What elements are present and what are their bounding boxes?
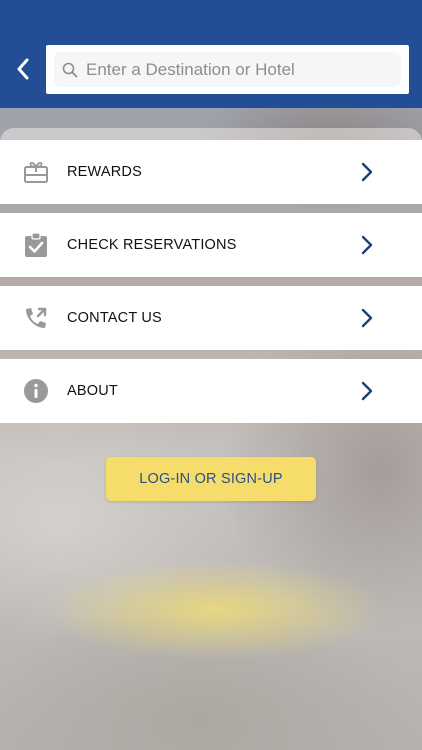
- menu-item-contact-us[interactable]: CONTACT US: [0, 286, 422, 350]
- chevron-right-icon: [360, 308, 374, 328]
- menu-item-label: CONTACT US: [67, 310, 162, 326]
- clipboard-check-icon: [22, 231, 50, 259]
- info-icon: [22, 377, 50, 405]
- chevron-right-icon: [360, 235, 374, 255]
- search-icon: [62, 61, 80, 79]
- chevron-right-icon: [360, 381, 374, 401]
- search-field[interactable]: [54, 52, 401, 87]
- chevron-right-icon: [360, 162, 374, 182]
- menu-item-rewards[interactable]: REWARDS: [0, 140, 422, 204]
- chevron-left-icon: [17, 58, 29, 80]
- menu-item-about[interactable]: ABOUT: [0, 359, 422, 423]
- menu-item-label: CHECK RESERVATIONS: [67, 237, 237, 253]
- login-signup-button[interactable]: LOG-IN OR SIGN-UP: [106, 457, 316, 501]
- menu-item-check-reservations[interactable]: CHECK RESERVATIONS: [0, 213, 422, 277]
- header-bar: [0, 0, 422, 108]
- search-input[interactable]: [86, 59, 386, 80]
- gift-card-icon: [22, 158, 50, 186]
- menu-item-label: ABOUT: [67, 383, 118, 399]
- menu-item-label: REWARDS: [67, 164, 142, 180]
- back-button[interactable]: [8, 52, 38, 86]
- search-box[interactable]: [46, 45, 409, 94]
- phone-forward-icon: [22, 304, 50, 332]
